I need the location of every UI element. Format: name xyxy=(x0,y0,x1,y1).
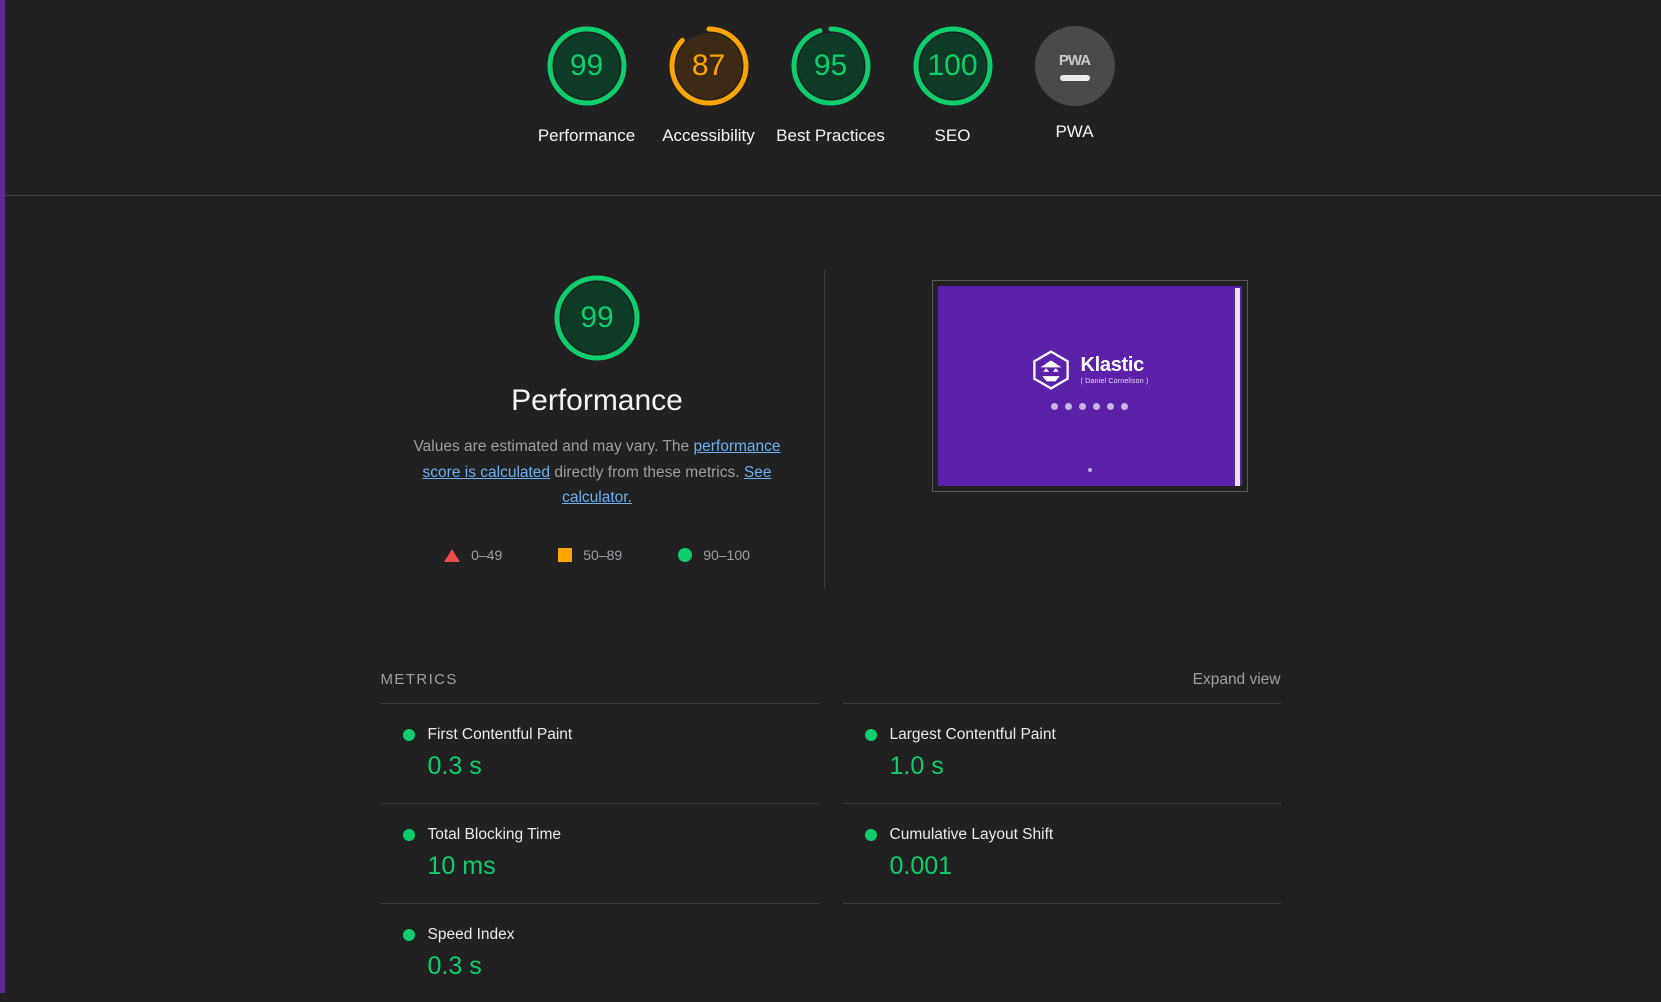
legend-item-pass: 90–100 xyxy=(678,547,750,563)
page-title: Performance xyxy=(511,384,683,418)
score-gauge-pwa[interactable]: PWA PWA xyxy=(1014,22,1136,144)
category-gauge-value: 99 xyxy=(580,301,613,335)
metric-label: First Contentful Paint xyxy=(428,726,573,744)
metric-value: 0.3 s xyxy=(428,952,819,981)
thumbnail-logo-row: Klastic ( Daniel Cornelison ) xyxy=(1030,349,1148,391)
legend-label-fail: 0–49 xyxy=(471,547,502,563)
gauge-value-seo: 100 xyxy=(927,51,977,81)
circle-icon xyxy=(678,548,692,562)
metrics-heading: METRICS xyxy=(381,671,458,688)
triangle-icon xyxy=(444,549,460,562)
thumbnail-brand-name: Klastic xyxy=(1080,355,1148,375)
category-hero-left: 99 Performance Values are estimated and … xyxy=(381,270,825,589)
metric-value: 1.0 s xyxy=(890,752,1281,781)
category-gauge-performance: 99 xyxy=(549,270,645,366)
category-description: Values are estimated and may vary. The p… xyxy=(397,434,797,511)
gauge-arc-seo: 100 xyxy=(909,22,997,110)
status-badge-pass-icon xyxy=(403,929,415,941)
metric-value: 0.3 s xyxy=(428,752,819,781)
metrics-header: METRICS Expand view xyxy=(381,671,1281,703)
performance-category-section: 99 Performance Values are estimated and … xyxy=(0,196,1661,589)
social-icon-6 xyxy=(1121,403,1128,410)
score-scale-legend: 0–49 50–89 90–100 xyxy=(444,547,750,563)
square-icon xyxy=(558,548,572,562)
metric-label: Total Blocking Time xyxy=(428,826,562,844)
metrics-section: METRICS Expand view First Contentful Pai… xyxy=(381,589,1281,1002)
pwa-badge-text: PWA xyxy=(1059,52,1090,69)
legend-label-average: 50–89 xyxy=(583,547,622,563)
thumbnail-social-icons xyxy=(1051,403,1128,410)
metric-cumulative-layout-shift[interactable]: Cumulative Layout Shift 0.001 xyxy=(843,803,1281,903)
status-badge-pass-icon xyxy=(403,729,415,741)
gauge-arc-accessibility: 87 xyxy=(665,22,753,110)
final-screenshot-thumbnail: Klastic ( Daniel Cornelison ) xyxy=(938,286,1242,486)
metric-label: Speed Index xyxy=(428,926,515,944)
legend-label-pass: 90–100 xyxy=(703,547,750,563)
legend-item-average: 50–89 xyxy=(558,547,622,563)
legend-item-fail: 0–49 xyxy=(444,547,502,563)
gauge-label-performance: Performance xyxy=(538,124,635,148)
social-icon-2 xyxy=(1065,403,1072,410)
category-hero-right: Klastic ( Daniel Cornelison ) xyxy=(825,270,1281,492)
metric-speed-index[interactable]: Speed Index 0.3 s xyxy=(381,903,819,1002)
gauge-label-seo: SEO xyxy=(935,124,971,148)
score-gauge-best-practices[interactable]: 95 Best Practices xyxy=(770,22,892,148)
description-text-part1: Values are estimated and may vary. The xyxy=(413,438,693,455)
social-icon-4 xyxy=(1093,403,1100,410)
social-icon-5 xyxy=(1107,403,1114,410)
gauge-value-accessibility: 87 xyxy=(692,51,725,81)
lighthouse-report: 99 Performance 87 Accessibility 95 xyxy=(0,0,1661,1002)
status-badge-pass-icon xyxy=(403,829,415,841)
score-gauge-accessibility[interactable]: 87 Accessibility xyxy=(648,22,770,148)
metric-largest-contentful-paint[interactable]: Largest Contentful Paint 1.0 s xyxy=(843,703,1281,803)
metric-total-blocking-time[interactable]: Total Blocking Time 10 ms xyxy=(381,803,819,903)
gauge-arc-performance: 99 xyxy=(543,22,631,110)
underlying-page-edge xyxy=(0,0,5,993)
gauge-label-best-practices: Best Practices xyxy=(776,124,885,148)
final-screenshot-frame[interactable]: Klastic ( Daniel Cornelison ) xyxy=(932,280,1248,492)
status-badge-pass-icon xyxy=(865,829,877,841)
expand-view-button[interactable]: Expand view xyxy=(1193,671,1281,689)
pwa-dash-icon xyxy=(1060,75,1090,81)
metric-empty-slot xyxy=(843,903,1281,1002)
metric-value: 10 ms xyxy=(428,852,819,881)
gauge-label-pwa: PWA xyxy=(1055,120,1093,144)
social-icon-1 xyxy=(1051,403,1058,410)
metric-value: 0.001 xyxy=(890,852,1281,881)
thumbnail-subtitle: ( Daniel Cornelison ) xyxy=(1080,378,1148,385)
metric-label: Largest Contentful Paint xyxy=(890,726,1056,744)
thumbnail-scroll-hint-dot xyxy=(1088,468,1092,472)
score-summary-bar: 99 Performance 87 Accessibility 95 xyxy=(0,0,1661,196)
metric-label: Cumulative Layout Shift xyxy=(890,826,1054,844)
status-badge-pass-icon xyxy=(865,729,877,741)
gauge-value-best-practices: 95 xyxy=(814,51,847,81)
social-icon-3 xyxy=(1079,403,1086,410)
gauge-label-accessibility: Accessibility xyxy=(662,124,755,148)
thumbnail-scrollbar xyxy=(1235,288,1240,486)
score-gauge-seo[interactable]: 100 SEO xyxy=(892,22,1014,148)
gauge-value-performance: 99 xyxy=(570,51,603,81)
metric-first-contentful-paint[interactable]: First Contentful Paint 0.3 s xyxy=(381,703,819,803)
gauge-arc-best-practices: 95 xyxy=(787,22,875,110)
klastic-hexagon-logo-icon xyxy=(1030,349,1072,391)
metrics-grid: First Contentful Paint 0.3 s Largest Con… xyxy=(381,703,1281,1002)
description-text-part2: directly from these metrics. xyxy=(550,464,744,481)
pwa-badge-icon: PWA xyxy=(1035,26,1115,106)
score-gauge-performance[interactable]: 99 Performance xyxy=(526,22,648,148)
